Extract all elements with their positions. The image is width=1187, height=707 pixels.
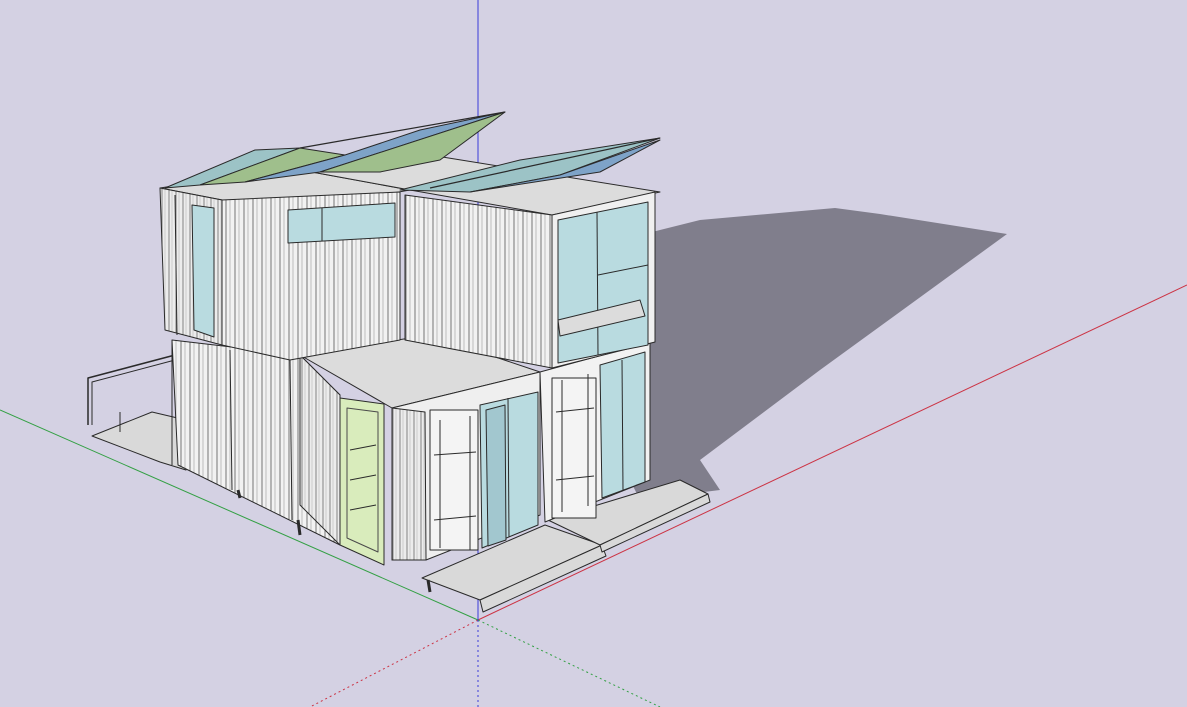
modeling-viewport[interactable]: [0, 0, 1187, 707]
3d-scene[interactable]: [0, 0, 1187, 707]
upper-left-container[interactable]: [159, 167, 411, 361]
green-stair-door[interactable]: [339, 397, 385, 566]
